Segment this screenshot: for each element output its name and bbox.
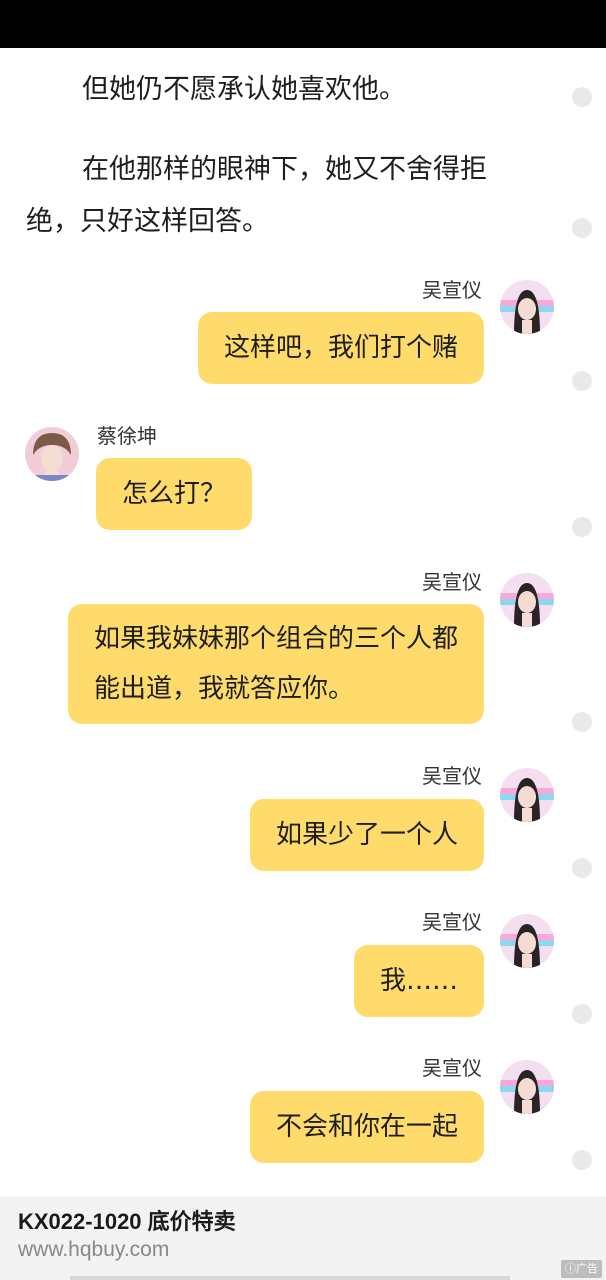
- message-bubble[interactable]: 如果我妹妹那个组合的三个人都能出道，我就答应你。: [68, 604, 484, 724]
- story-paragraph: 在他那样的眼神下，她又不舍得拒绝，只好这样回答。: [26, 154, 487, 237]
- sender-name: 吴宣仪: [422, 910, 482, 934]
- message-bubble[interactable]: 不会和你在一起: [249, 1091, 484, 1163]
- message-bubble[interactable]: 如果少了一个人: [249, 799, 484, 871]
- sender-name: 吴宣仪: [422, 1056, 482, 1080]
- paragraph-comment-dot[interactable]: [572, 712, 592, 732]
- sender-name: 吴宣仪: [422, 278, 482, 302]
- ad-url[interactable]: www.hqbuy.com: [18, 1238, 169, 1262]
- male-avatar[interactable]: [25, 427, 79, 481]
- divider: [70, 1276, 510, 1280]
- paragraph-comment-dot[interactable]: [572, 517, 592, 537]
- paragraph-comment-dot[interactable]: [572, 1150, 592, 1170]
- sender-name: 吴宣仪: [422, 570, 482, 594]
- paragraph-comment-dot[interactable]: [572, 218, 592, 238]
- ad-title[interactable]: KX022-1020 底价特卖: [18, 1204, 236, 1236]
- female-avatar[interactable]: [500, 914, 554, 968]
- ad-badge[interactable]: ⓘ广告: [561, 1260, 602, 1278]
- message-bubble[interactable]: 怎么打？: [96, 458, 253, 530]
- sender-name: 蔡徐坤: [97, 424, 157, 448]
- paragraph-comment-dot[interactable]: [572, 371, 592, 391]
- sender-name: 吴宣仪: [422, 764, 482, 788]
- message-bubble[interactable]: 这样吧，我们打个赌: [197, 312, 484, 384]
- female-avatar[interactable]: [500, 1060, 554, 1114]
- message-bubble[interactable]: 我……: [353, 945, 484, 1017]
- status-bar: [0, 0, 606, 48]
- paragraph-comment-dot[interactable]: [572, 1004, 592, 1024]
- female-avatar[interactable]: [500, 573, 554, 627]
- ad-info-icon: ⓘ: [565, 1262, 576, 1275]
- paragraph-comment-dot[interactable]: [572, 858, 592, 878]
- female-avatar[interactable]: [500, 768, 554, 822]
- female-avatar[interactable]: [500, 280, 554, 334]
- paragraph-comment-dot[interactable]: [572, 87, 592, 107]
- story-paragraph: 但她仍不愿承认她喜欢他。: [82, 74, 406, 105]
